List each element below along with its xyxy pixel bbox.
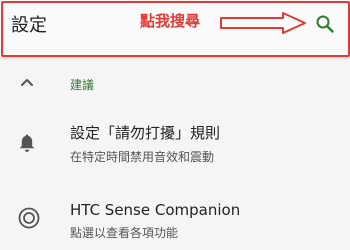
app-bar: 設定 點我搜尋 (0, 0, 350, 57)
annotation-arrow-icon (220, 12, 306, 34)
section-label: 建議 (70, 78, 95, 92)
item-title: 設定「請勿打擾」規則 (70, 124, 221, 142)
bell-icon (19, 134, 35, 152)
list-item-do-not-disturb[interactable]: 設定「請勿打擾」規則 在特定時間禁用音效和震動 (0, 112, 350, 172)
item-subtitle: 在特定時間禁用音效和震動 (70, 150, 215, 164)
item-subtitle: 點選以查看各項功能 (70, 226, 179, 240)
page-title: 設定 (11, 15, 47, 36)
item-title: HTC Sense Companion (70, 201, 241, 219)
list-item-sense-companion[interactable]: HTC Sense Companion 點選以查看各項功能 (0, 192, 350, 250)
search-icon[interactable] (315, 14, 335, 34)
annotation-label: 點我搜尋 (140, 12, 201, 30)
companion-icon (18, 207, 40, 229)
chevron-up-icon[interactable] (20, 77, 34, 87)
suggestions-header[interactable]: 建議 (0, 60, 350, 108)
